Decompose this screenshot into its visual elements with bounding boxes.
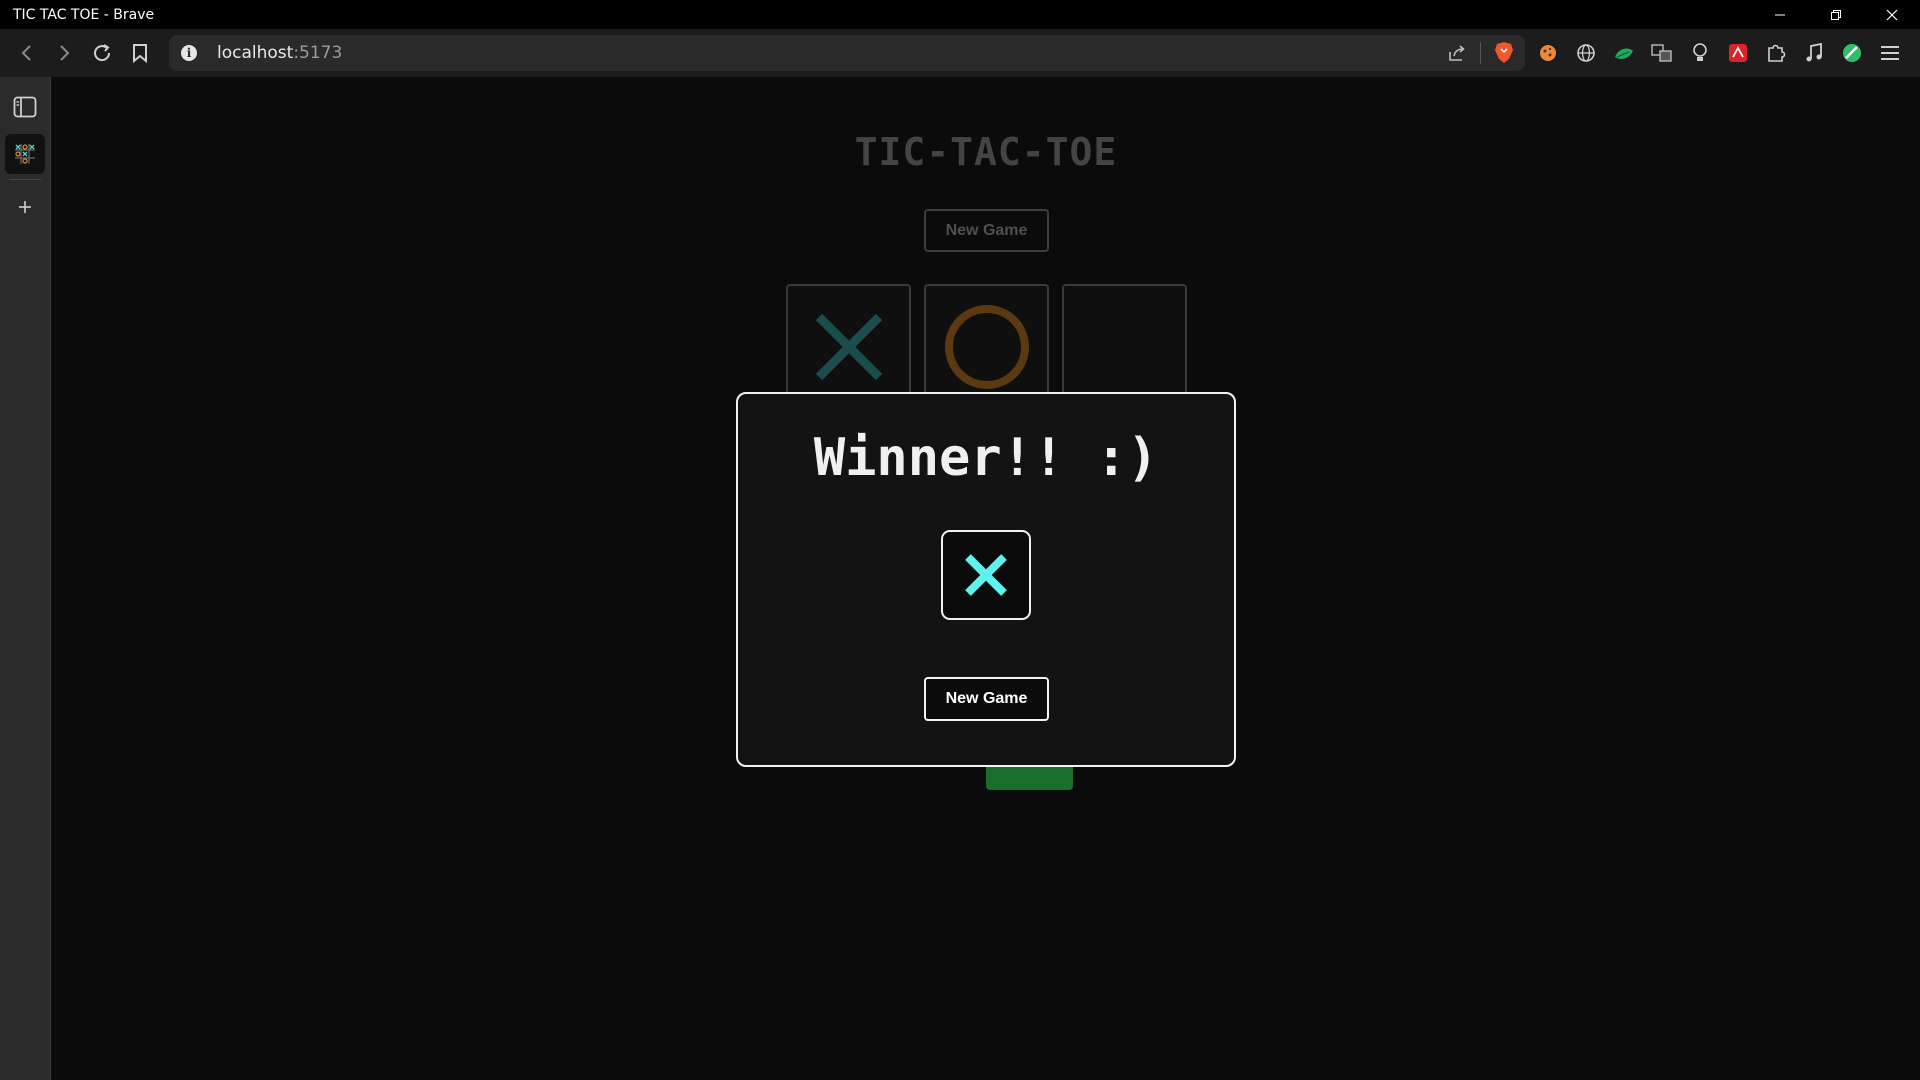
menu-icon[interactable] — [1877, 40, 1903, 66]
browser-toolbar: i localhost:5173 — [0, 29, 1920, 77]
window-title: TIC TAC TOE - Brave — [13, 6, 155, 23]
restore-icon[interactable] — [1808, 0, 1864, 29]
cookie-extension-icon[interactable] — [1535, 40, 1561, 66]
window-controls — [1752, 0, 1920, 29]
bookmark-icon[interactable] — [121, 34, 159, 72]
site-info-icon[interactable]: i — [181, 45, 197, 61]
board-cell-o[interactable] — [924, 284, 1049, 409]
url-port: :5173 — [293, 43, 343, 63]
sidebar-toggle-icon[interactable] — [7, 89, 43, 125]
globe-extension-icon[interactable] — [1573, 40, 1599, 66]
x-mark-icon — [965, 554, 1007, 596]
red-extension-icon[interactable] — [1725, 40, 1751, 66]
brave-shields-icon[interactable] — [1491, 40, 1517, 66]
board-cell-empty[interactable] — [1062, 284, 1187, 409]
translate-extension-icon[interactable] — [1649, 40, 1675, 66]
green-circle-icon[interactable] — [1839, 40, 1865, 66]
url-divider — [1480, 42, 1481, 64]
window-title-bar: TIC TAC TOE - Brave — [0, 0, 1920, 29]
leaf-extension-icon[interactable] — [1611, 40, 1637, 66]
game-title: TIC-TAC-TOE — [854, 130, 1118, 174]
url-text: localhost:5173 — [217, 43, 342, 63]
new-game-button[interactable]: New Game — [924, 209, 1049, 252]
sidebar-separator — [9, 179, 41, 180]
modal-new-game-button[interactable]: New Game — [924, 677, 1049, 721]
url-host: localhost — [217, 43, 294, 63]
minimize-icon[interactable] — [1752, 0, 1808, 29]
address-bar[interactable]: i localhost:5173 — [169, 35, 1525, 71]
modal-title: Winner!! :) — [813, 428, 1159, 488]
browser-sidebar — [0, 77, 51, 1080]
puzzle-extensions-icon[interactable] — [1763, 40, 1789, 66]
extensions-tray — [1535, 29, 1903, 77]
add-icon[interactable] — [7, 189, 43, 225]
music-icon[interactable] — [1801, 40, 1827, 66]
o-mark-icon — [944, 304, 1029, 389]
address-bar-actions — [1444, 35, 1517, 71]
back-icon[interactable] — [8, 34, 46, 72]
close-icon[interactable] — [1864, 0, 1920, 29]
board-cell-x[interactable] — [786, 284, 911, 409]
winner-modal: Winner!! :) New Game — [736, 392, 1236, 767]
bulb-extension-icon[interactable] — [1687, 40, 1713, 66]
share-icon[interactable] — [1444, 40, 1470, 66]
x-mark-icon — [815, 313, 882, 380]
forward-icon[interactable] — [45, 34, 83, 72]
winner-mark-box — [941, 530, 1031, 620]
reload-icon[interactable] — [83, 34, 121, 72]
tictactoe-tab-icon[interactable] — [5, 134, 45, 174]
